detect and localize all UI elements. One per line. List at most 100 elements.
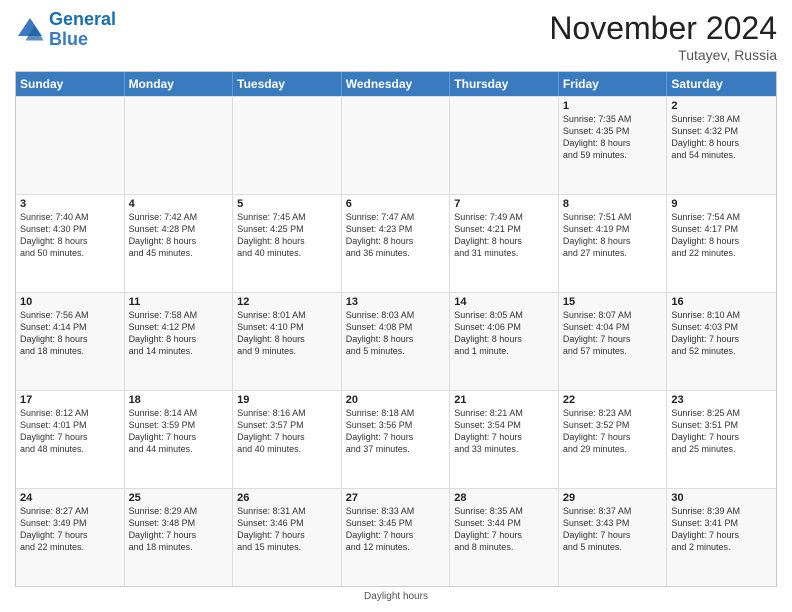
day-detail: Sunrise: 8:37 AM Sunset: 3:43 PM Dayligh… [563, 505, 663, 554]
header-day-tuesday: Tuesday [233, 72, 342, 96]
title-block: November 2024 Tutayev, Russia [549, 10, 777, 63]
calendar-cell: 8Sunrise: 7:51 AM Sunset: 4:19 PM Daylig… [559, 195, 668, 292]
day-number: 1 [563, 100, 663, 112]
calendar-cell: 25Sunrise: 8:29 AM Sunset: 3:48 PM Dayli… [125, 489, 234, 586]
day-detail: Sunrise: 8:23 AM Sunset: 3:52 PM Dayligh… [563, 407, 663, 456]
calendar-cell: 6Sunrise: 7:47 AM Sunset: 4:23 PM Daylig… [342, 195, 451, 292]
calendar-cell: 27Sunrise: 8:33 AM Sunset: 3:45 PM Dayli… [342, 489, 451, 586]
header-day-monday: Monday [125, 72, 234, 96]
calendar-cell: 28Sunrise: 8:35 AM Sunset: 3:44 PM Dayli… [450, 489, 559, 586]
logo-general: General [49, 9, 116, 29]
calendar-week-3: 10Sunrise: 7:56 AM Sunset: 4:14 PM Dayli… [16, 292, 776, 390]
day-detail: Sunrise: 8:03 AM Sunset: 4:08 PM Dayligh… [346, 309, 446, 358]
logo-text: General Blue [49, 10, 116, 50]
calendar-cell: 29Sunrise: 8:37 AM Sunset: 3:43 PM Dayli… [559, 489, 668, 586]
day-detail: Sunrise: 7:51 AM Sunset: 4:19 PM Dayligh… [563, 211, 663, 260]
header: General Blue November 2024 Tutayev, Russ… [15, 10, 777, 63]
calendar-body: 1Sunrise: 7:35 AM Sunset: 4:35 PM Daylig… [16, 96, 776, 586]
day-detail: Sunrise: 8:18 AM Sunset: 3:56 PM Dayligh… [346, 407, 446, 456]
day-detail: Sunrise: 8:35 AM Sunset: 3:44 PM Dayligh… [454, 505, 554, 554]
day-number: 15 [563, 296, 663, 308]
calendar-cell: 5Sunrise: 7:45 AM Sunset: 4:25 PM Daylig… [233, 195, 342, 292]
day-detail: Sunrise: 8:10 AM Sunset: 4:03 PM Dayligh… [671, 309, 772, 358]
day-number: 25 [129, 492, 229, 504]
day-number: 8 [563, 198, 663, 210]
calendar-cell: 16Sunrise: 8:10 AM Sunset: 4:03 PM Dayli… [667, 293, 776, 390]
day-detail: Sunrise: 8:14 AM Sunset: 3:59 PM Dayligh… [129, 407, 229, 456]
day-number: 17 [20, 394, 120, 406]
day-detail: Sunrise: 8:07 AM Sunset: 4:04 PM Dayligh… [563, 309, 663, 358]
calendar-cell: 23Sunrise: 8:25 AM Sunset: 3:51 PM Dayli… [667, 391, 776, 488]
day-detail: Sunrise: 8:01 AM Sunset: 4:10 PM Dayligh… [237, 309, 337, 358]
calendar-cell: 4Sunrise: 7:42 AM Sunset: 4:28 PM Daylig… [125, 195, 234, 292]
day-detail: Sunrise: 8:31 AM Sunset: 3:46 PM Dayligh… [237, 505, 337, 554]
header-day-saturday: Saturday [667, 72, 776, 96]
day-number: 24 [20, 492, 120, 504]
day-number: 26 [237, 492, 337, 504]
day-number: 23 [671, 394, 772, 406]
calendar-cell [125, 97, 234, 194]
day-number: 5 [237, 198, 337, 210]
day-number: 21 [454, 394, 554, 406]
day-number: 4 [129, 198, 229, 210]
day-detail: Sunrise: 7:38 AM Sunset: 4:32 PM Dayligh… [671, 113, 772, 162]
day-number: 10 [20, 296, 120, 308]
day-number: 19 [237, 394, 337, 406]
month-title: November 2024 [549, 10, 777, 47]
day-detail: Sunrise: 7:45 AM Sunset: 4:25 PM Dayligh… [237, 211, 337, 260]
day-number: 29 [563, 492, 663, 504]
calendar-cell [233, 97, 342, 194]
day-number: 28 [454, 492, 554, 504]
calendar-cell: 17Sunrise: 8:12 AM Sunset: 4:01 PM Dayli… [16, 391, 125, 488]
day-detail: Sunrise: 7:40 AM Sunset: 4:30 PM Dayligh… [20, 211, 120, 260]
calendar-cell: 18Sunrise: 8:14 AM Sunset: 3:59 PM Dayli… [125, 391, 234, 488]
header-day-thursday: Thursday [450, 72, 559, 96]
location: Tutayev, Russia [549, 47, 777, 63]
calendar-week-1: 1Sunrise: 7:35 AM Sunset: 4:35 PM Daylig… [16, 96, 776, 194]
day-detail: Sunrise: 8:12 AM Sunset: 4:01 PM Dayligh… [20, 407, 120, 456]
calendar-week-2: 3Sunrise: 7:40 AM Sunset: 4:30 PM Daylig… [16, 194, 776, 292]
calendar-cell: 10Sunrise: 7:56 AM Sunset: 4:14 PM Dayli… [16, 293, 125, 390]
day-detail: Sunrise: 8:29 AM Sunset: 3:48 PM Dayligh… [129, 505, 229, 554]
day-detail: Sunrise: 7:47 AM Sunset: 4:23 PM Dayligh… [346, 211, 446, 260]
day-number: 9 [671, 198, 772, 210]
day-number: 30 [671, 492, 772, 504]
logo-blue: Blue [49, 29, 88, 49]
calendar-cell: 1Sunrise: 7:35 AM Sunset: 4:35 PM Daylig… [559, 97, 668, 194]
calendar-cell: 19Sunrise: 8:16 AM Sunset: 3:57 PM Dayli… [233, 391, 342, 488]
header-day-friday: Friday [559, 72, 668, 96]
day-number: 14 [454, 296, 554, 308]
day-detail: Sunrise: 8:39 AM Sunset: 3:41 PM Dayligh… [671, 505, 772, 554]
day-number: 18 [129, 394, 229, 406]
day-detail: Sunrise: 7:49 AM Sunset: 4:21 PM Dayligh… [454, 211, 554, 260]
calendar-week-5: 24Sunrise: 8:27 AM Sunset: 3:49 PM Dayli… [16, 488, 776, 586]
day-detail: Sunrise: 8:05 AM Sunset: 4:06 PM Dayligh… [454, 309, 554, 358]
day-detail: Sunrise: 8:33 AM Sunset: 3:45 PM Dayligh… [346, 505, 446, 554]
day-detail: Sunrise: 7:42 AM Sunset: 4:28 PM Dayligh… [129, 211, 229, 260]
day-detail: Sunrise: 7:54 AM Sunset: 4:17 PM Dayligh… [671, 211, 772, 260]
header-day-wednesday: Wednesday [342, 72, 451, 96]
calendar-week-4: 17Sunrise: 8:12 AM Sunset: 4:01 PM Dayli… [16, 390, 776, 488]
day-detail: Sunrise: 8:16 AM Sunset: 3:57 PM Dayligh… [237, 407, 337, 456]
calendar-cell: 7Sunrise: 7:49 AM Sunset: 4:21 PM Daylig… [450, 195, 559, 292]
calendar-cell: 13Sunrise: 8:03 AM Sunset: 4:08 PM Dayli… [342, 293, 451, 390]
day-detail: Sunrise: 7:58 AM Sunset: 4:12 PM Dayligh… [129, 309, 229, 358]
day-number: 7 [454, 198, 554, 210]
calendar-cell: 26Sunrise: 8:31 AM Sunset: 3:46 PM Dayli… [233, 489, 342, 586]
footer-note: Daylight hours [15, 591, 777, 602]
calendar-cell [342, 97, 451, 194]
calendar-cell: 21Sunrise: 8:21 AM Sunset: 3:54 PM Dayli… [450, 391, 559, 488]
day-number: 3 [20, 198, 120, 210]
day-number: 22 [563, 394, 663, 406]
day-detail: Sunrise: 7:35 AM Sunset: 4:35 PM Dayligh… [563, 113, 663, 162]
calendar-header: SundayMondayTuesdayWednesdayThursdayFrid… [16, 72, 776, 96]
calendar-cell: 14Sunrise: 8:05 AM Sunset: 4:06 PM Dayli… [450, 293, 559, 390]
day-number: 2 [671, 100, 772, 112]
calendar-cell: 15Sunrise: 8:07 AM Sunset: 4:04 PM Dayli… [559, 293, 668, 390]
day-number: 6 [346, 198, 446, 210]
header-day-sunday: Sunday [16, 72, 125, 96]
calendar-cell: 22Sunrise: 8:23 AM Sunset: 3:52 PM Dayli… [559, 391, 668, 488]
calendar-cell: 3Sunrise: 7:40 AM Sunset: 4:30 PM Daylig… [16, 195, 125, 292]
calendar-cell: 30Sunrise: 8:39 AM Sunset: 3:41 PM Dayli… [667, 489, 776, 586]
calendar-cell: 9Sunrise: 7:54 AM Sunset: 4:17 PM Daylig… [667, 195, 776, 292]
